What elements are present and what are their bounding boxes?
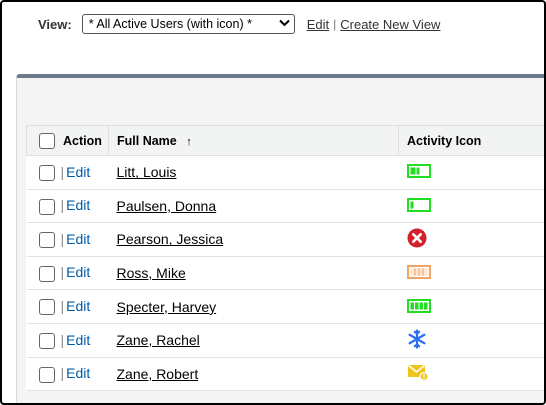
table-header-row: Action Full Name ↑ Activity Icon [26,125,544,156]
row-checkbox[interactable] [38,198,55,215]
view-label: View: [38,16,72,32]
action-header: Action [26,125,109,156]
action-separator: | [60,264,65,281]
user-name-link[interactable]: Pearson, Jessica [109,231,224,247]
user-name-link[interactable]: Specter, Harvey [109,299,217,315]
battery-high-icon [406,164,431,181]
action-separator: | [60,298,65,315]
view-select-value: * All Active Users (with icon) * [88,17,252,31]
battery-low-icon [406,197,431,215]
edit-link[interactable]: Edit [66,264,90,280]
window-frame: View: * All Active Users (with icon) * E… [0,0,546,405]
edit-link[interactable]: Edit [66,197,90,213]
table-row: | Edit Zane, Rachel [26,323,544,358]
list-panel: Action Full Name ↑ Activity Icon | Edit L… [16,74,544,403]
row-checkbox[interactable] [38,265,55,282]
user-name-link[interactable]: Paulsen, Donna [109,198,217,214]
table-row: | Edit Litt, Louis [26,155,544,190]
users-table: Action Full Name ↑ Activity Icon | Edit L… [26,125,544,392]
envelope-alert-icon [407,363,429,384]
action-separator: | [60,197,65,214]
link-separator: | [333,17,337,31]
battery-full-icon [406,298,431,316]
chevron-down-icon [279,19,290,30]
edit-link[interactable]: Edit [66,231,90,247]
user-name-link[interactable]: Zane, Rachel [109,332,200,348]
user-name-link[interactable]: Zane, Robert [109,366,199,382]
action-separator: | [60,331,65,348]
action-separator: | [60,163,65,180]
action-header-label: Action [63,133,102,148]
row-checkbox[interactable] [38,232,55,249]
action-separator: | [60,230,65,247]
table-row: | Edit Ross, Mike [26,256,544,291]
table-row: | Edit Zane, Robert [26,357,544,392]
view-bar: View: * All Active Users (with icon) * E… [38,12,440,36]
view-select[interactable]: * All Active Users (with icon) * [81,14,295,34]
error-x-icon [407,228,427,251]
edit-link[interactable]: Edit [66,365,90,381]
create-new-view-link[interactable]: Create New View [340,17,440,32]
battery-empty-orange-icon [406,264,431,282]
edit-link[interactable]: Edit [66,332,90,348]
row-checkbox[interactable] [38,366,55,383]
row-checkbox[interactable] [38,299,55,316]
edit-link[interactable]: Edit [66,164,90,180]
edit-link[interactable]: Edit [66,298,90,314]
sort-ascending-icon: ↑ [186,135,192,148]
full-name-header-label: Full Name [117,133,177,148]
activity-icon-header-label: Activity Icon [407,133,482,148]
user-name-link[interactable]: Ross, Mike [109,265,186,281]
action-separator: | [60,365,65,382]
edit-view-link[interactable]: Edit [307,17,329,32]
table-row: | Edit Pearson, Jessica [26,222,544,257]
table-row: | Edit Specter, Harvey [26,289,544,324]
activity-icon-header[interactable]: Activity Icon [398,125,544,156]
user-name-link[interactable]: Litt, Louis [109,164,177,180]
table-row: | Edit Paulsen, Donna [26,189,544,224]
full-name-header[interactable]: Full Name ↑ [108,125,399,156]
snowflake-icon [407,329,427,352]
row-checkbox[interactable] [38,164,55,181]
select-all-checkbox[interactable] [39,132,55,149]
row-checkbox[interactable] [38,332,55,349]
